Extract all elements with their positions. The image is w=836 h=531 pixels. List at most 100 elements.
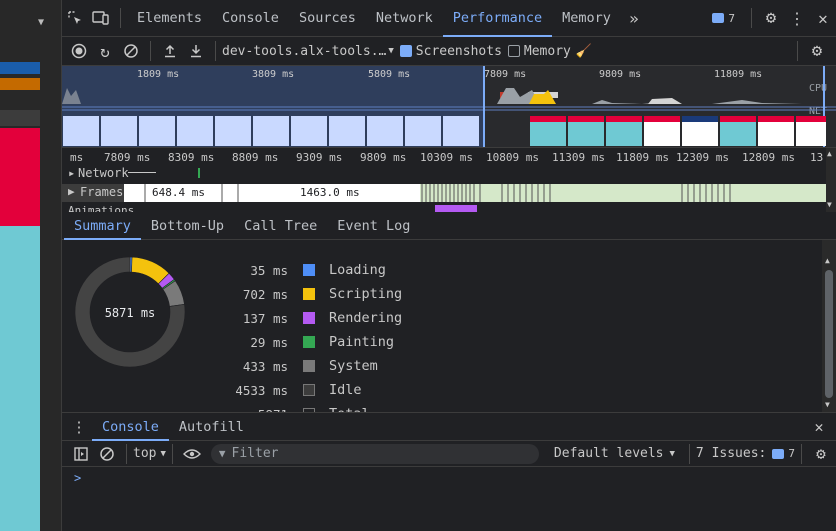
summary-category-name: System: [329, 358, 378, 374]
network-track-expander-icon[interactable]: ▸: [68, 166, 75, 180]
kebab-menu-icon[interactable]: ⋮: [784, 5, 810, 31]
live-expression-eye-icon[interactable]: [179, 441, 205, 467]
close-drawer-icon[interactable]: ✕: [806, 414, 832, 440]
clear-icon[interactable]: [118, 38, 144, 64]
memory-label[interactable]: Memory: [524, 44, 571, 59]
profile-select[interactable]: dev-tools.alx-tools.…: [222, 44, 386, 59]
close-devtools-icon[interactable]: ✕: [810, 5, 836, 31]
donut-total-label: 5871 ms: [105, 306, 156, 320]
context-caret-icon[interactable]: ▼: [160, 449, 165, 459]
drawer-tab-console[interactable]: Console: [92, 413, 169, 441]
filmstrip-frame: [682, 116, 718, 146]
scroll-thumb[interactable]: [825, 270, 833, 398]
drawer-tab-autofill[interactable]: Autofill: [169, 413, 254, 441]
device-toolbar-icon[interactable]: [88, 5, 114, 31]
sidebar-toggle-icon[interactable]: [68, 441, 94, 467]
drawer-menu-icon[interactable]: ⋮: [66, 414, 92, 440]
page-band-gray: [0, 110, 40, 126]
tab-summary[interactable]: Summary: [64, 212, 141, 240]
frame-markers: [144, 184, 731, 202]
summary-value: 702 ms: [242, 286, 288, 302]
tab-performance[interactable]: Performance: [442, 0, 553, 37]
issues-count[interactable]: 7: [788, 447, 795, 460]
upload-icon[interactable]: [157, 38, 183, 64]
issues-badge[interactable]: 7: [712, 12, 735, 25]
more-tabs-icon[interactable]: »: [621, 5, 647, 31]
tab-bottom-up[interactable]: Bottom-Up: [141, 212, 234, 240]
filmstrip-frame: [177, 116, 213, 146]
filmstrip-frame: [644, 116, 680, 146]
summary-category-name: Idle: [329, 382, 362, 398]
log-levels-caret-icon[interactable]: ▼: [670, 449, 675, 459]
detail-tick: 11809 ms: [616, 151, 669, 164]
timeline-overview[interactable]: 1809 ms 3809 ms 5809 ms 7809 ms 9809 ms …: [62, 66, 836, 148]
summary-legend: 35 ms Loading 702 ms Scripting 137 ms Renderi…: [222, 258, 402, 412]
detail-tick: 12309 ms: [676, 151, 729, 164]
summary-category-name: Painting: [329, 334, 395, 350]
record-icon[interactable]: [66, 38, 92, 64]
page-band-teal: [0, 226, 40, 531]
summary-legend-row: 5871Total: [222, 402, 402, 412]
detail-tick: 11309 ms: [552, 151, 605, 164]
screenshots-checkbox[interactable]: [399, 45, 412, 57]
detail-tick: 12809 ms: [742, 151, 795, 164]
log-levels-select[interactable]: Default levels: [554, 446, 664, 461]
summary-scrollbar[interactable]: ▲ ▼: [822, 240, 836, 412]
tab-sources[interactable]: Sources: [289, 0, 366, 37]
filmstrip-frame: [63, 116, 99, 146]
profile-select-caret-icon[interactable]: ▼: [388, 46, 393, 56]
network-request-bar[interactable]: [128, 172, 156, 173]
memory-checkbox[interactable]: [507, 45, 520, 57]
timeline-tracks[interactable]: ▸ Network ▶ Frames 648.4 ms 1463.0 ms An…: [62, 166, 826, 212]
scroll-up-icon[interactable]: ▲: [825, 256, 830, 265]
detail-time-ruler: ms 7809 ms 8309 ms 8809 ms 9309 ms 9809 …: [62, 148, 826, 166]
console-filter-input[interactable]: ▼ Filter: [210, 443, 539, 464]
console-separator: [126, 443, 127, 464]
detail-tick: 8309 ms: [168, 151, 215, 164]
collect-garbage-icon[interactable]: 🧹: [571, 38, 597, 64]
detail-tick: 10809 ms: [486, 151, 539, 164]
summary-category-name: Rendering: [329, 310, 403, 326]
console-settings-gear-icon[interactable]: ⚙: [808, 441, 834, 467]
tab-memory[interactable]: Memory: [552, 0, 621, 37]
tab-console[interactable]: Console: [212, 0, 289, 37]
network-request-bar[interactable]: [198, 168, 200, 178]
filmstrip-frame: [291, 116, 327, 146]
screenshots-label[interactable]: Screenshots: [416, 44, 502, 59]
toolbar-separator: [150, 41, 151, 61]
summary-swatch: [303, 312, 315, 324]
download-icon[interactable]: [183, 38, 209, 64]
animation-bar[interactable]: [435, 205, 477, 212]
inspect-element-icon[interactable]: [62, 5, 88, 31]
page-band-blue: [0, 62, 40, 74]
tab-network[interactable]: Network: [366, 0, 443, 37]
context-select[interactable]: top: [133, 446, 156, 461]
tab-elements[interactable]: Elements: [127, 0, 212, 37]
issues-label[interactable]: 7 Issues:: [696, 446, 766, 461]
summary-swatch: [303, 288, 315, 300]
capture-settings-gear-icon[interactable]: ⚙: [804, 38, 830, 64]
scroll-up-icon[interactable]: ▲: [827, 149, 832, 158]
tab-call-tree[interactable]: Call Tree: [234, 212, 327, 240]
reload-record-icon[interactable]: ↻: [92, 38, 118, 64]
filmstrip-frame: [758, 116, 794, 146]
page-preview-strip: ▼: [0, 0, 62, 531]
tab-event-log[interactable]: Event Log: [327, 212, 420, 240]
tracks-scrollbar[interactable]: ▲ ▼: [826, 148, 836, 212]
dropdown-icon[interactable]: ▼: [38, 17, 44, 28]
network-track-label[interactable]: Network: [78, 166, 129, 180]
summary-category-name: Scripting: [329, 286, 403, 302]
scroll-down-icon[interactable]: ▼: [825, 400, 830, 409]
filmstrip-frame: [720, 116, 756, 146]
clear-console-icon[interactable]: [94, 441, 120, 467]
detail-tick: 9809 ms: [360, 151, 407, 164]
console-prompt-icon[interactable]: >: [74, 471, 81, 485]
settings-gear-icon[interactable]: ⚙: [758, 5, 784, 31]
page-band-orange: [0, 78, 40, 90]
console-output[interactable]: >: [62, 467, 836, 531]
scroll-down-icon[interactable]: ▼: [827, 200, 832, 209]
toolbar-separator: [215, 41, 216, 61]
filmstrip-frame: [253, 116, 289, 146]
details-tabs: Summary Bottom-Up Call Tree Event Log: [62, 212, 836, 240]
issues-message-icon[interactable]: [772, 448, 785, 459]
